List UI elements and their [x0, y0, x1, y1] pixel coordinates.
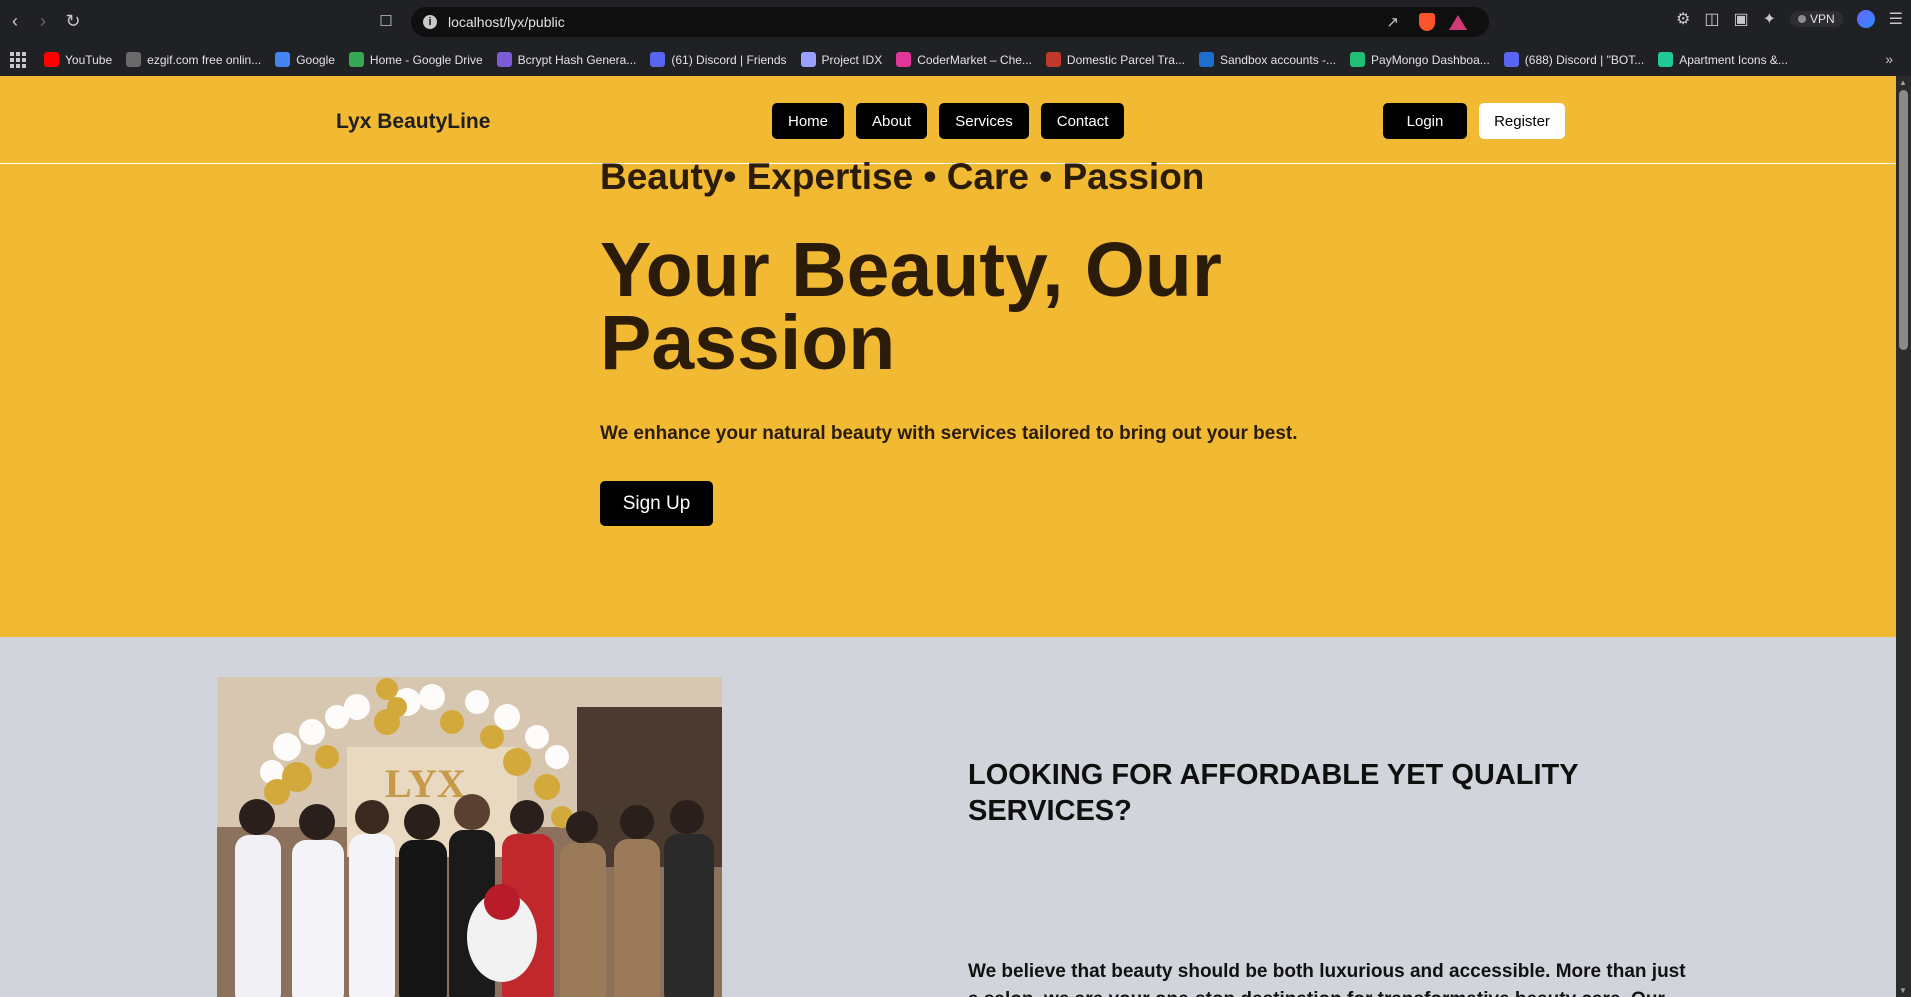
- bookmark-label: Domestic Parcel Tra...: [1066, 52, 1185, 67]
- address-bar[interactable]: i localhost/lyx/public ↗: [411, 7, 1489, 37]
- site-info-icon[interactable]: i: [423, 15, 437, 29]
- page-viewport: Lyx BeautyLine Home About Services Conta…: [0, 76, 1911, 997]
- bookmark-favicon-icon: [348, 52, 364, 67]
- hero-subtext: We enhance your natural beauty with serv…: [600, 423, 1298, 444]
- bookmark-favicon-icon: [126, 52, 142, 67]
- nav-services[interactable]: Services: [939, 103, 1029, 139]
- bookmark-favicon-icon: [896, 52, 912, 67]
- bookmark-favicon-icon: [1198, 52, 1214, 67]
- forward-icon[interactable]: ›: [32, 10, 54, 32]
- bookmark-item[interactable]: Project IDX: [800, 52, 883, 67]
- bookmark-favicon-icon: [44, 52, 59, 67]
- bookmark-item[interactable]: Home - Google Drive: [348, 52, 483, 67]
- vpn-label: VPN: [1809, 12, 1835, 26]
- bookmark-item[interactable]: Sandbox accounts -...: [1198, 52, 1337, 67]
- bookmark-item[interactable]: ezgif.com free onlin...: [126, 52, 261, 67]
- bookmark-label: Apartment Icons &...: [1679, 52, 1788, 67]
- scroll-thumb[interactable]: [1899, 90, 1908, 350]
- hero-tagline: Beauty• Expertise • Care • Passion: [600, 156, 1205, 197]
- sign-up-button[interactable]: Sign Up: [600, 481, 713, 526]
- team-photo: LYX: [217, 677, 722, 997]
- apps-grid-icon[interactable]: [10, 51, 26, 68]
- leo-ai-icon[interactable]: ✦: [1763, 9, 1776, 29]
- bookmark-label: Bcrypt Hash Genera...: [517, 52, 637, 67]
- page-scrollbar[interactable]: ▲ ▼: [1896, 76, 1911, 997]
- nav-about[interactable]: About: [856, 103, 928, 139]
- reload-icon[interactable]: ↻: [62, 10, 84, 32]
- bookmark-label: ezgif.com free onlin...: [147, 52, 262, 67]
- menu-icon[interactable]: ☰: [1889, 9, 1903, 29]
- bookmark-item[interactable]: (61) Discord | Friends: [650, 52, 787, 67]
- share-icon[interactable]: ↗: [1386, 13, 1399, 31]
- site-brand[interactable]: Lyx BeautyLine: [336, 110, 490, 134]
- bookmark-favicon-icon: [496, 52, 512, 67]
- vpn-status-icon: [1797, 15, 1806, 23]
- nav-contact[interactable]: Contact: [1040, 103, 1125, 139]
- site-header: Lyx BeautyLine Home About Services Conta…: [0, 76, 1896, 164]
- vpn-button[interactable]: VPN: [1789, 11, 1843, 27]
- about-text: We believe that beauty should be both lu…: [968, 961, 1686, 997]
- bookmark-item[interactable]: YouTube: [44, 52, 112, 67]
- hero-headline: Your Beauty, Our Passion: [600, 227, 1222, 386]
- bookmark-label: PayMongo Dashboa...: [1371, 52, 1490, 67]
- about-section: LYX LOOKING FOR AFFORDABLE YET QUALITY S…: [0, 637, 1896, 997]
- profile-avatar[interactable]: [1856, 10, 1875, 28]
- more-bookmarks-button[interactable]: »: [1885, 51, 1893, 67]
- bookmark-label: Home - Google Drive: [369, 52, 483, 67]
- url-text[interactable]: localhost/lyx/public: [448, 14, 565, 30]
- bookmark-label: Project IDX: [821, 52, 883, 67]
- bookmark-item[interactable]: Domestic Parcel Tra...: [1045, 52, 1185, 67]
- bookmarks-bar: YouTube ezgif.com free onlin... Google Home…: [0, 43, 1911, 76]
- extensions-icon[interactable]: ⚙: [1676, 9, 1690, 29]
- bookmark-favicon-icon: [1045, 52, 1061, 67]
- bookmark-label: Google: [296, 52, 335, 67]
- brave-shields-icon[interactable]: [1419, 13, 1435, 31]
- bookmark-item[interactable]: Apartment Icons &...: [1658, 52, 1788, 67]
- register-button[interactable]: Register: [1479, 103, 1565, 139]
- back-icon[interactable]: ‹: [4, 10, 26, 32]
- bookmark-favicon-icon: [650, 52, 666, 67]
- bookmark-favicon-icon: [1350, 52, 1366, 67]
- bookmark-favicon-icon: [275, 52, 291, 67]
- hero-section: Lyx BeautyLine Home About Services Conta…: [0, 76, 1896, 637]
- browser-toolbar: ‹ › ↻ ☐ i localhost/lyx/public ↗ ⚙ ◫ ▣ ✦…: [0, 0, 1911, 43]
- bookmark-item[interactable]: PayMongo Dashboa...: [1350, 52, 1490, 67]
- bookmark-item[interactable]: Google: [275, 52, 335, 67]
- login-button[interactable]: Login: [1383, 103, 1467, 139]
- svg-text:LYX: LYX: [385, 761, 466, 806]
- wallet-icon[interactable]: ▣: [1733, 9, 1748, 29]
- sidebar-icon[interactable]: ◫: [1704, 9, 1719, 29]
- bookmark-label: CoderMarket – Che...: [917, 52, 1032, 67]
- nav-home[interactable]: Home: [772, 103, 845, 139]
- scroll-down-icon[interactable]: ▼: [1899, 986, 1907, 995]
- brave-rewards-icon[interactable]: [1449, 15, 1467, 30]
- bookmark-label: (688) Discord | "BOT...: [1524, 52, 1645, 67]
- bookmark-label: (61) Discord | Friends: [671, 52, 787, 67]
- bookmark-item[interactable]: (688) Discord | "BOT...: [1503, 52, 1645, 67]
- bookmark-label: Sandbox accounts -...: [1219, 52, 1337, 67]
- bookmark-icon[interactable]: ☐: [376, 12, 396, 32]
- bookmark-item[interactable]: CoderMarket – Che...: [896, 52, 1032, 67]
- bookmark-item[interactable]: Bcrypt Hash Genera...: [496, 52, 637, 67]
- auth-buttons: Login Register: [1383, 103, 1565, 139]
- bookmark-favicon-icon: [1503, 52, 1519, 67]
- scroll-up-icon[interactable]: ▲: [1899, 78, 1907, 87]
- about-title: LOOKING FOR AFFORDABLE YET QUALITY SERVI…: [968, 759, 1579, 827]
- bookmark-label: YouTube: [65, 52, 113, 67]
- bookmark-favicon-icon: [1658, 52, 1674, 67]
- bookmark-favicon-icon: [800, 52, 816, 67]
- main-nav: Home About Services Contact: [772, 103, 1125, 139]
